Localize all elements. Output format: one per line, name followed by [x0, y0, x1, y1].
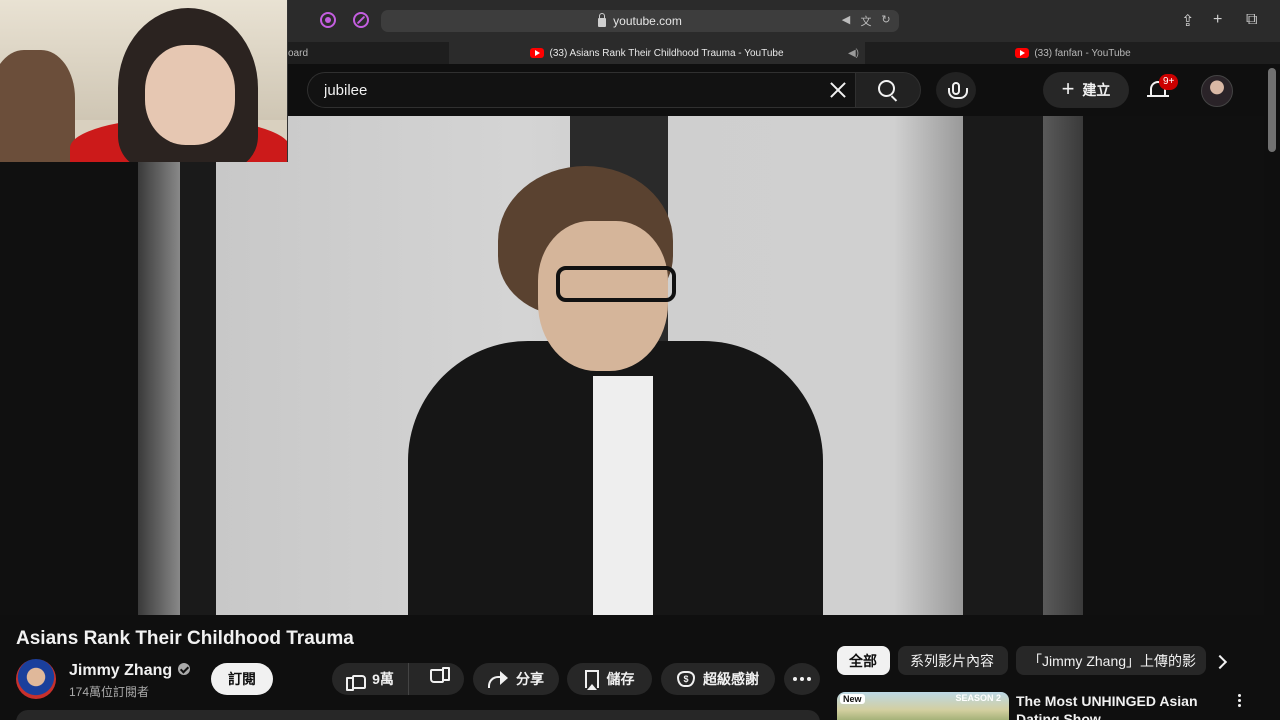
search-input[interactable]: [324, 73, 804, 107]
search-icon: [878, 80, 895, 97]
dislike-button[interactable]: [417, 663, 464, 695]
youtube-favicon-icon: [530, 48, 545, 58]
extension-icon[interactable]: [320, 12, 336, 28]
chevron-right-icon[interactable]: [1208, 648, 1236, 676]
like-icon: [346, 671, 367, 691]
speaker-icon[interactable]: ◀: [839, 13, 853, 29]
new-badge: New: [840, 694, 865, 704]
super-thanks-button[interactable]: $ 超級感謝: [661, 663, 775, 695]
lock-icon: [598, 13, 607, 27]
chip-channel-uploads[interactable]: 「Jimmy Zhang」上傳的影: [1016, 646, 1206, 675]
reload-icon[interactable]: ↻: [879, 13, 893, 29]
tab-fanfan[interactable]: (33) fanfan - YouTube: [866, 42, 1280, 64]
tab-label: (33) fanfan - YouTube: [1034, 47, 1131, 59]
subscribe-button[interactable]: 訂閱: [211, 663, 273, 695]
plus-icon: +: [1061, 76, 1075, 101]
tab-partial[interactable]: oard: [288, 42, 448, 64]
scrollbar[interactable]: [1264, 64, 1280, 720]
super-thanks-icon: $: [677, 671, 695, 687]
save-button[interactable]: 儲存: [567, 663, 652, 695]
create-label: 建立: [1082, 82, 1111, 98]
block-extension-icon[interactable]: [353, 12, 369, 28]
share-icon: [488, 671, 508, 688]
more-vert-icon[interactable]: [1233, 694, 1245, 712]
chip-series[interactable]: 系列影片內容: [898, 646, 1008, 675]
create-button[interactable]: + 建立: [1043, 72, 1129, 108]
share-button[interactable]: 分享: [473, 663, 559, 695]
notification-badge: 9+: [1159, 74, 1179, 90]
share-page-icon[interactable]: ⇪: [1181, 11, 1194, 31]
dislike-icon: [432, 671, 450, 687]
channel-avatar[interactable]: [16, 659, 56, 699]
search-button[interactable]: [855, 72, 921, 108]
account-avatar[interactable]: [1201, 75, 1233, 107]
subscriber-count: 174萬位訂閱者: [69, 685, 150, 699]
video-title: Asians Rank Their Childhood Trauma: [16, 628, 354, 649]
tab-current-video[interactable]: (33) Asians Rank Their Childhood Trauma …: [449, 42, 865, 64]
description-box[interactable]: [16, 710, 820, 720]
video-player[interactable]: [0, 116, 1264, 615]
recommendation-title[interactable]: The Most UNHINGED Asian Dating Show: [1016, 692, 1216, 720]
like-count: 9萬: [372, 671, 394, 687]
verified-icon: [178, 663, 191, 675]
like-dislike-group: 9萬: [332, 663, 464, 695]
webcam-overlay: [0, 0, 288, 162]
audio-playing-icon[interactable]: ◀): [848, 48, 859, 59]
tab-overview-icon[interactable]: ⧉: [1246, 11, 1257, 29]
translate-icon[interactable]: 文: [859, 13, 873, 29]
super-thanks-label: 超級感謝: [703, 671, 759, 687]
chip-all[interactable]: 全部: [837, 646, 890, 675]
tab-label: oard: [288, 47, 309, 59]
youtube-favicon-icon: [1015, 48, 1030, 58]
mic-icon: [948, 81, 968, 99]
clear-search-icon[interactable]: [827, 79, 849, 101]
scroll-thumb[interactable]: [1268, 68, 1276, 152]
tab-label: (33) Asians Rank Their Childhood Trauma …: [549, 47, 784, 59]
new-tab-icon[interactable]: +: [1213, 11, 1222, 29]
search-box: [307, 72, 855, 108]
thumbnail-caption: SEASON 2: [955, 693, 1001, 703]
video-frame: [138, 116, 1083, 615]
save-label: 儲存: [606, 671, 635, 687]
more-actions-button[interactable]: [784, 663, 820, 695]
bookmark-icon: [584, 670, 599, 690]
like-button[interactable]: 9萬: [332, 663, 410, 695]
address-bar[interactable]: youtube.com ◀ 文 ↻: [381, 10, 899, 32]
share-label: 分享: [516, 671, 544, 687]
url-text: youtube.com: [613, 14, 682, 28]
channel-name[interactable]: Jimmy Zhang: [69, 662, 191, 680]
recommendation-thumbnail[interactable]: New SEASON 2: [837, 692, 1009, 720]
voice-search-button[interactable]: [936, 72, 976, 108]
